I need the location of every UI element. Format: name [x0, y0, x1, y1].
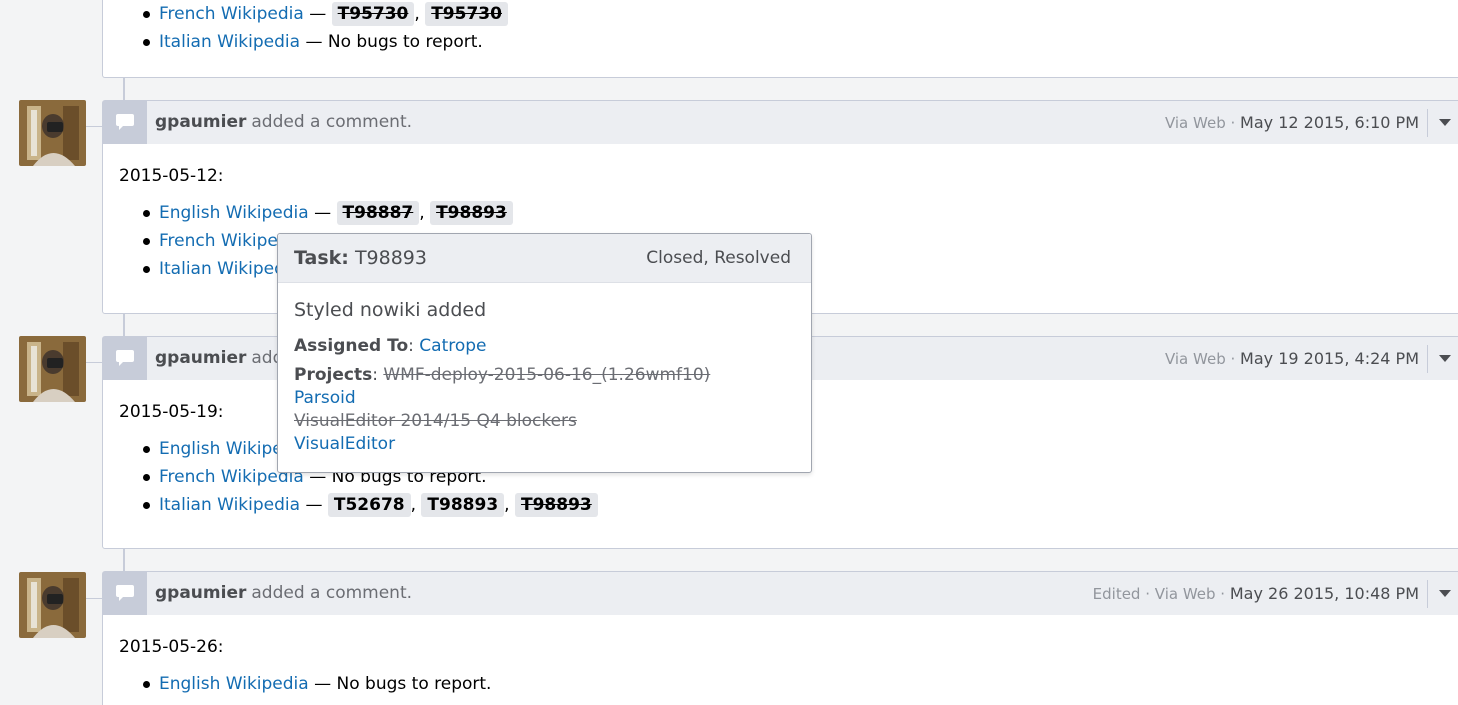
timeline-stem: [123, 549, 125, 572]
speech-bubble-icon: [103, 100, 147, 144]
site-link[interactable]: English Wikipedia: [159, 674, 309, 694]
task-tag[interactable]: T95730: [425, 2, 508, 26]
project-link[interactable]: VisualEditor 2014/15 Q4 blockers: [294, 411, 577, 431]
caret-down-icon: [1438, 590, 1451, 597]
avatar[interactable]: [19, 572, 86, 638]
action-text: added a comment.: [251, 583, 413, 603]
list-item: Italian Wikipedia — T52678, T98893, T988…: [143, 491, 1445, 519]
task-status: Closed, Resolved: [646, 248, 791, 268]
previous-comment-panel: French Wikipedia — T95730, T95730 Italia…: [102, 0, 1458, 78]
connector: [86, 598, 102, 599]
comment-meta: Via Web · May 19 2015, 4:24 PM: [1164, 348, 1419, 368]
site-link[interactable]: Italian Wikipedia: [159, 495, 300, 515]
site-link[interactable]: Italian Wikipedi: [159, 259, 290, 279]
comment-meta: Edited · Via Web · May 26 2015, 10:48 PM: [1092, 583, 1419, 603]
timeline-stem: [123, 314, 125, 337]
task-title: Styled nowiki added: [294, 299, 487, 321]
author-link[interactable]: gpaumier: [155, 348, 246, 368]
action-text: added a comment.: [251, 112, 413, 132]
author-link[interactable]: gpaumier: [155, 583, 246, 603]
caret-down-icon: [1438, 355, 1451, 362]
comment-date[interactable]: May 26 2015, 10:48 PM: [1230, 584, 1419, 603]
comment-date[interactable]: May 12 2015, 6:10 PM: [1240, 113, 1419, 132]
hovercard-header: Task: T98893 Closed, Resolved: [278, 234, 811, 283]
task-tag[interactable]: T98893: [514, 493, 598, 517]
comment-panel: gpaumier added a comment. Edited · Via W…: [102, 571, 1458, 705]
comment-heading: 2015-05-12:: [119, 166, 224, 186]
comment-header: gpaumier added a comment. Via Web · May …: [103, 100, 1458, 144]
comment-menu-button[interactable]: [1427, 580, 1458, 608]
comment-meta: Via Web · May 12 2015, 6:10 PM: [1164, 112, 1419, 132]
site-link[interactable]: French Wikipedia: [159, 4, 304, 24]
author-link[interactable]: gpaumier: [155, 112, 246, 132]
project-link[interactable]: WMF-deploy-2015-06-16_(1.26wmf10): [383, 365, 710, 385]
task-tag[interactable]: T98887: [336, 201, 420, 225]
comment-menu-button[interactable]: [1427, 345, 1458, 373]
hovercard-task-id: T98893: [354, 247, 427, 269]
avatar[interactable]: [19, 336, 86, 402]
task-tag[interactable]: T98893: [430, 201, 513, 225]
assigned-row: Assigned To: Catrope: [294, 336, 487, 356]
task-hovercard: Task: T98893 Closed, Resolved Styled now…: [277, 233, 812, 473]
task-tag[interactable]: T52678: [327, 493, 411, 517]
site-link[interactable]: French Wikipedi: [159, 231, 293, 251]
bug-list: French Wikipedia — T95730, T95730 Italia…: [143, 0, 1445, 56]
list-item: English Wikipedia — No bugs to report.: [143, 670, 1445, 698]
comment-header: gpaumier added a comment. Edited · Via W…: [103, 571, 1458, 615]
speech-bubble-icon: [103, 571, 147, 615]
site-link[interactable]: Italian Wikipedia: [159, 32, 300, 52]
list-item: French Wikipedia — T95730, T95730: [143, 0, 1445, 28]
assignee-link[interactable]: Catrope: [419, 336, 486, 356]
comment-heading: 2015-05-26:: [119, 637, 224, 657]
site-link[interactable]: English Wikiped: [159, 439, 294, 459]
projects-row: Projects: WMF-deploy-2015-06-16_(1.26wmf…: [294, 365, 711, 385]
speech-bubble-icon: [103, 336, 147, 380]
avatar[interactable]: [19, 100, 86, 166]
task-tag[interactable]: T95730: [331, 2, 415, 26]
caret-down-icon: [1438, 119, 1451, 126]
timeline-stem: [123, 78, 125, 101]
site-link[interactable]: English Wikipedia: [159, 203, 309, 223]
comment-date[interactable]: May 19 2015, 4:24 PM: [1240, 349, 1419, 368]
comment-menu-button[interactable]: [1427, 109, 1458, 137]
list-item: Italian Wikipedia — No bugs to report.: [143, 28, 1445, 56]
task-tag[interactable]: T98893: [421, 493, 505, 517]
hovercard-label: Task:: [294, 247, 349, 269]
connector: [86, 362, 102, 363]
project-link[interactable]: Parsoid: [294, 388, 356, 408]
bug-list: English Wikipedia — No bugs to report.: [143, 670, 1445, 698]
connector: [86, 126, 102, 127]
project-link[interactable]: VisualEditor: [294, 434, 395, 454]
list-item: English Wikipedia — T98887, T98893: [143, 199, 1445, 227]
